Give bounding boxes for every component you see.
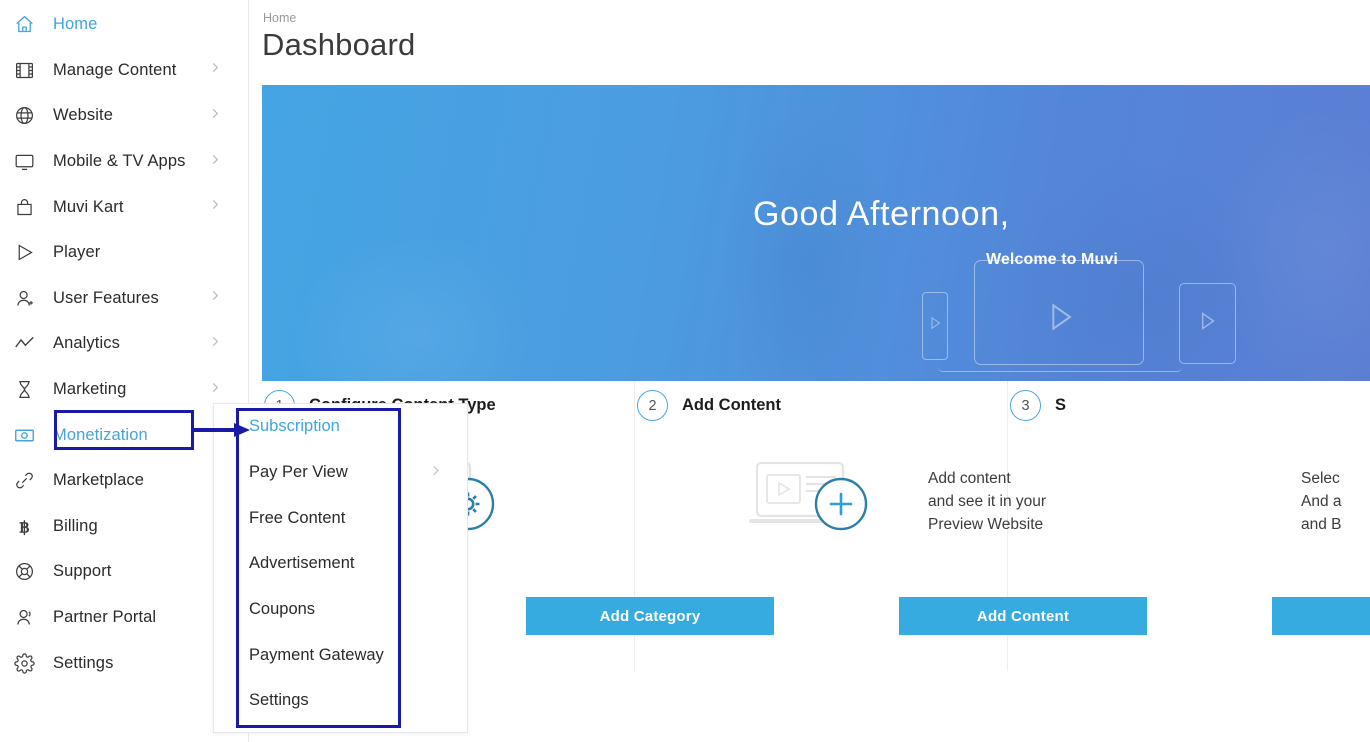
sidebar-item-label: Website: [53, 106, 114, 125]
banknote-icon: [14, 425, 44, 446]
chevron-right-icon: [208, 380, 222, 399]
sidebar-item-home[interactable]: Home: [0, 2, 248, 48]
step-header: 2 Add Content: [637, 390, 781, 421]
sidebar: Home Manage Content Website Mobile & TV …: [0, 0, 249, 742]
sidebar-item-marketplace[interactable]: Marketplace: [0, 458, 248, 504]
sidebar-item-mobile-tv-apps[interactable]: Mobile & TV Apps: [0, 139, 248, 185]
sidebar-item-label: Support: [53, 562, 112, 581]
submenu-item-settings[interactable]: Settings: [214, 678, 467, 724]
chevron-right-icon: [208, 289, 222, 308]
sidebar-item-label: Home: [53, 15, 98, 34]
sidebar-item-website[interactable]: Website: [0, 93, 248, 139]
monitor-icon: [14, 151, 44, 172]
step-card-2: 2 Add Content Add content and see it in …: [635, 381, 1147, 671]
sidebar-item-label: Settings: [53, 653, 114, 672]
home-icon: [14, 14, 44, 35]
sidebar-item-muvi-kart[interactable]: Muvi Kart: [0, 184, 248, 230]
monetization-submenu: Subscription Pay Per View Free Content A…: [213, 403, 468, 733]
submenu-item-label: Settings: [249, 691, 309, 710]
sidebar-item-label: Muvi Kart: [53, 197, 124, 216]
sidebar-item-label: Marketplace: [53, 471, 144, 490]
submenu-item-label: Coupons: [249, 600, 316, 619]
laptop-plus-illustration: [747, 453, 887, 545]
greeting-text: Good Afternoon,: [753, 195, 1010, 233]
bitcoin-icon: ฿: [14, 516, 44, 537]
play-triangle-phone-icon: [926, 314, 944, 332]
user-group-icon: [14, 607, 44, 628]
chevron-right-icon: [208, 61, 222, 80]
step-header: 3 S: [1010, 390, 1066, 421]
lifebuoy-icon: [14, 561, 44, 582]
sidebar-item-label: Analytics: [53, 334, 120, 353]
submenu-item-label: Subscription: [249, 417, 340, 436]
sidebar-item-partner-portal[interactable]: Partner Portal: [0, 595, 248, 641]
sidebar-item-manage-content[interactable]: Manage Content: [0, 48, 248, 94]
step-title: Add Content: [682, 396, 781, 414]
step-title: S: [1055, 396, 1067, 414]
gear-icon: [14, 652, 44, 674]
globe-icon: [14, 105, 44, 126]
sidebar-item-player[interactable]: Player: [0, 230, 248, 276]
laptop-base-decoration: [938, 367, 1182, 372]
sidebar-item-label: Manage Content: [53, 60, 177, 79]
submenu-item-label: Advertisement: [249, 554, 355, 573]
sidebar-item-monetization[interactable]: Monetization: [0, 412, 248, 458]
play-triangle-tablet-icon: [1194, 308, 1220, 334]
step-3-button[interactable]: [1272, 597, 1370, 635]
chevron-right-icon: [208, 198, 222, 217]
play-triangle-laptop-icon: [1040, 297, 1080, 337]
sidebar-item-billing[interactable]: ฿ Billing: [0, 504, 248, 550]
step-description: Selec And a and B: [1301, 470, 1342, 533]
welcome-text: Welcome to Muvi: [986, 251, 1118, 268]
sidebar-item-label: Billing: [53, 516, 98, 535]
sidebar-item-label: Monetization: [53, 425, 148, 444]
sidebar-item-label: User Features: [53, 288, 159, 307]
film-icon: [14, 60, 44, 81]
submenu-item-free-content[interactable]: Free Content: [214, 495, 467, 541]
bag-icon: [14, 197, 44, 218]
page-title: Dashboard: [262, 27, 416, 62]
sidebar-item-label: Marketing: [53, 380, 127, 399]
chevron-right-icon: [208, 152, 222, 171]
submenu-item-label: Pay Per View: [249, 463, 348, 482]
play-icon: [14, 242, 44, 263]
submenu-item-label: Payment Gateway: [249, 645, 384, 664]
breadcrumb[interactable]: Home: [263, 11, 296, 25]
sidebar-item-label: Partner Portal: [53, 608, 157, 627]
sidebar-item-support[interactable]: Support: [0, 549, 248, 595]
chevron-right-icon: [208, 106, 222, 125]
chevron-right-icon: [208, 334, 222, 353]
sidebar-item-label: Mobile & TV Apps: [53, 152, 186, 171]
user-add-icon: [14, 288, 44, 309]
link-icon: [14, 470, 44, 491]
submenu-item-label: Free Content: [249, 508, 346, 527]
sidebar-item-marketing[interactable]: Marketing: [0, 367, 248, 413]
submenu-item-coupons[interactable]: Coupons: [214, 587, 467, 633]
step-card-3: 3 S Selec And a and B: [1008, 381, 1370, 671]
welcome-banner: Good Afternoon, Welcome to Muvi: [262, 85, 1370, 381]
submenu-item-payment-gateway[interactable]: Payment Gateway: [214, 632, 467, 678]
svg-text:฿: ฿: [19, 519, 29, 536]
sidebar-item-user-features[interactable]: User Features: [0, 276, 248, 322]
trend-line-icon: [14, 333, 44, 354]
sidebar-item-label: Player: [53, 243, 101, 262]
app-root: Home Manage Content Website Mobile & TV …: [0, 0, 1370, 742]
submenu-item-subscription[interactable]: Subscription: [214, 404, 467, 450]
hourglass-icon: [14, 379, 44, 400]
step-number-badge: 3: [1010, 390, 1041, 421]
sidebar-item-settings[interactable]: Settings: [0, 640, 248, 686]
submenu-item-pay-per-view[interactable]: Pay Per View: [214, 450, 467, 496]
step-number-badge: 2: [637, 390, 668, 421]
submenu-item-advertisement[interactable]: Advertisement: [214, 541, 467, 587]
sidebar-item-analytics[interactable]: Analytics: [0, 321, 248, 367]
chevron-right-icon: [428, 463, 443, 483]
